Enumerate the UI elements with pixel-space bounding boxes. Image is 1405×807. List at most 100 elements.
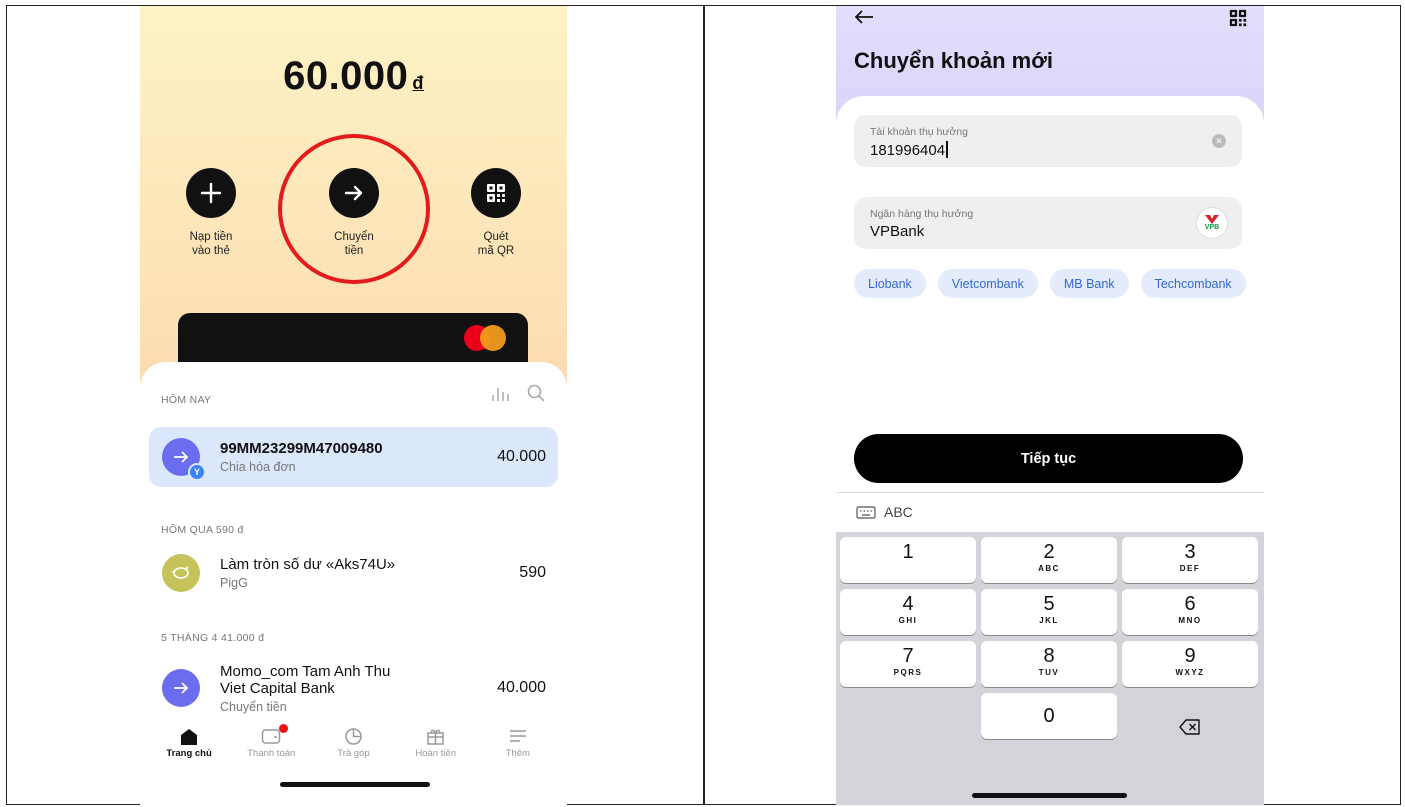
nav-installments[interactable]: Trả góp xyxy=(318,724,388,759)
nav-home[interactable]: Trang chủ xyxy=(154,724,224,759)
quick-bank-chips: Liobank Vietcombank MB Bank Techcombank xyxy=(854,269,1246,298)
home-indicator xyxy=(280,782,430,787)
section-apr5: 5 THÁNG 4 41.000 đ xyxy=(161,632,265,644)
qr-code-icon[interactable] xyxy=(1228,8,1248,33)
qr-code-icon xyxy=(471,168,521,218)
key-9[interactable]: 9 WXYZ xyxy=(1122,641,1258,687)
highlight-circle xyxy=(278,134,430,284)
topup-label: Nạp tiền vào thẻ xyxy=(189,231,233,257)
nav-home-label: Trang chủ xyxy=(166,748,212,759)
nav-cashback[interactable]: Hoàn tiền xyxy=(401,724,471,759)
plus-icon xyxy=(186,168,236,218)
panel-divider xyxy=(703,5,705,805)
transaction-row[interactable]: Momo_com Tam Anh Thu Viet Capital Bank Ch… xyxy=(149,657,558,719)
transaction-title: 99MM23299M47009480 xyxy=(220,440,383,457)
key-letters: DEF xyxy=(1179,564,1201,573)
nav-more-label: Thêm xyxy=(505,748,530,759)
transaction-subtitle: Chia hóa đơn xyxy=(220,460,296,474)
key-digit: 0 xyxy=(1043,705,1055,727)
key-digit: 3 xyxy=(1184,541,1196,563)
key-5[interactable]: 5 JKL xyxy=(981,589,1117,635)
keyboard-toolbar: ABC xyxy=(836,492,1264,532)
account-number-label: Tài khoản thụ hưởng xyxy=(870,126,968,138)
key-letters: JKL xyxy=(1039,616,1059,625)
key-digit: 8 xyxy=(1043,645,1055,667)
transaction-amount: 40.000 xyxy=(497,679,546,696)
section-yesterday: HÔM QUA 590 đ xyxy=(161,524,244,536)
key-digit: 5 xyxy=(1043,593,1055,615)
key-letters: TUV xyxy=(1038,668,1060,677)
page-title: Chuyển khoản mới xyxy=(854,48,1053,73)
key-7[interactable]: 7 PQRS xyxy=(840,641,976,687)
key-letters: GHI xyxy=(898,616,918,625)
transaction-amount: 590 xyxy=(519,564,546,581)
transaction-title: Làm tròn số dư «Aks74U» xyxy=(220,556,396,573)
scan-qr-label: Quét mã QR xyxy=(477,231,515,257)
nav-payments-label: Thanh toán xyxy=(247,748,296,759)
back-arrow-icon[interactable] xyxy=(854,8,874,31)
balance: 60.000 đ xyxy=(140,54,567,99)
key-digit: 6 xyxy=(1184,593,1196,615)
bottom-nav: Trang chủ Thanh toán Trả góp Hoàn tiền T… xyxy=(140,724,567,759)
search-icon[interactable] xyxy=(527,384,545,402)
key-letters: ABC xyxy=(1038,564,1060,573)
nav-payments[interactable]: Thanh toán xyxy=(236,724,306,759)
home-indicator xyxy=(972,793,1127,798)
key-3[interactable]: 3 DEF xyxy=(1122,537,1258,583)
topup-button[interactable]: Nạp tiền vào thẻ xyxy=(161,168,261,258)
transfer-icon xyxy=(162,669,200,707)
transaction-row[interactable]: Làm tròn số dư «Aks74U» PigG 590 xyxy=(149,548,558,598)
chip-liobank[interactable]: Liobank xyxy=(854,269,926,298)
gift-icon xyxy=(401,724,471,748)
menu-icon xyxy=(483,724,553,748)
nav-installments-label: Trả góp xyxy=(337,748,370,759)
numeric-keypad: 1 2 ABC 3 DEF 4 GHI 5 JKL 6 MNO 7 PQRS 8 TUV 9W… xyxy=(836,532,1264,805)
key-2[interactable]: 2 ABC xyxy=(981,537,1117,583)
clear-icon[interactable]: ✕ xyxy=(1212,134,1226,148)
key-1[interactable]: 1 xyxy=(840,537,976,583)
vpbank-logo-icon: VPB xyxy=(1196,207,1228,239)
scan-qr-button[interactable]: Quét mã QR xyxy=(446,168,546,258)
chip-techcombank[interactable]: Techcombank xyxy=(1140,269,1246,298)
pie-chart-icon xyxy=(318,724,388,748)
left-phone-screen: 60.000 đ Nạp tiền vào thẻ Chuyển tiền Qué… xyxy=(140,6,567,805)
transfer-icon: Y xyxy=(162,438,206,481)
split-bill-badge-icon: Y xyxy=(188,463,206,481)
backspace-icon[interactable] xyxy=(1122,704,1258,750)
account-number-value: 181996404 xyxy=(870,142,946,159)
transaction-row[interactable]: Y 99MM23299M47009480 Chia hóa đơn 40.000 xyxy=(149,427,558,487)
home-icon xyxy=(154,724,224,748)
chip-mbbank[interactable]: MB Bank xyxy=(1049,269,1129,298)
notification-dot xyxy=(279,724,289,733)
key-8[interactable]: 8 TUV xyxy=(981,641,1117,687)
balance-amount: 60.000 xyxy=(283,54,409,98)
key-4[interactable]: 4 GHI xyxy=(840,589,976,635)
transaction-subtitle: Chuyển tiền xyxy=(220,699,287,714)
nav-more[interactable]: Thêm xyxy=(483,724,553,759)
stats-icon[interactable] xyxy=(491,385,509,401)
piggy-bank-icon xyxy=(162,554,200,592)
right-phone-screen: Chuyển khoản mới Tài khoản thụ hưởng 181… xyxy=(836,6,1264,805)
chip-vietcombank[interactable]: Vietcombank xyxy=(937,269,1038,298)
keyboard-mode-switch[interactable]: ABC xyxy=(856,504,913,520)
key-digit: 1 xyxy=(902,541,914,563)
bank-value: VPBank xyxy=(870,223,925,240)
wallet-icon xyxy=(236,724,306,748)
key-digit: 4 xyxy=(902,593,914,615)
transaction-title: Momo_com Tam Anh Thu Viet Capital Bank xyxy=(220,662,391,697)
key-0[interactable]: 0 xyxy=(981,693,1117,739)
mastercard-logo xyxy=(464,325,514,351)
key-letters: WXYZ xyxy=(1175,668,1205,677)
key-letters: PQRS xyxy=(893,668,923,677)
keyboard-mode-label: ABC xyxy=(884,504,913,520)
sheet-header-icons xyxy=(491,384,545,402)
transaction-subtitle: PigG xyxy=(220,576,248,590)
bank-label: Ngân hàng thụ hưởng xyxy=(870,208,974,220)
transaction-amount: 40.000 xyxy=(497,448,546,465)
key-6[interactable]: 6 MNO xyxy=(1122,589,1258,635)
section-today: HÔM NAY xyxy=(161,394,212,406)
nav-cashback-label: Hoàn tiền xyxy=(415,748,456,759)
continue-button[interactable]: Tiếp tục xyxy=(854,434,1243,483)
bank-select-field[interactable]: Ngân hàng thụ hưởng VPBank VPB xyxy=(854,197,1242,249)
account-number-field[interactable]: Tài khoản thụ hưởng 181996404 ✕ xyxy=(854,115,1242,167)
